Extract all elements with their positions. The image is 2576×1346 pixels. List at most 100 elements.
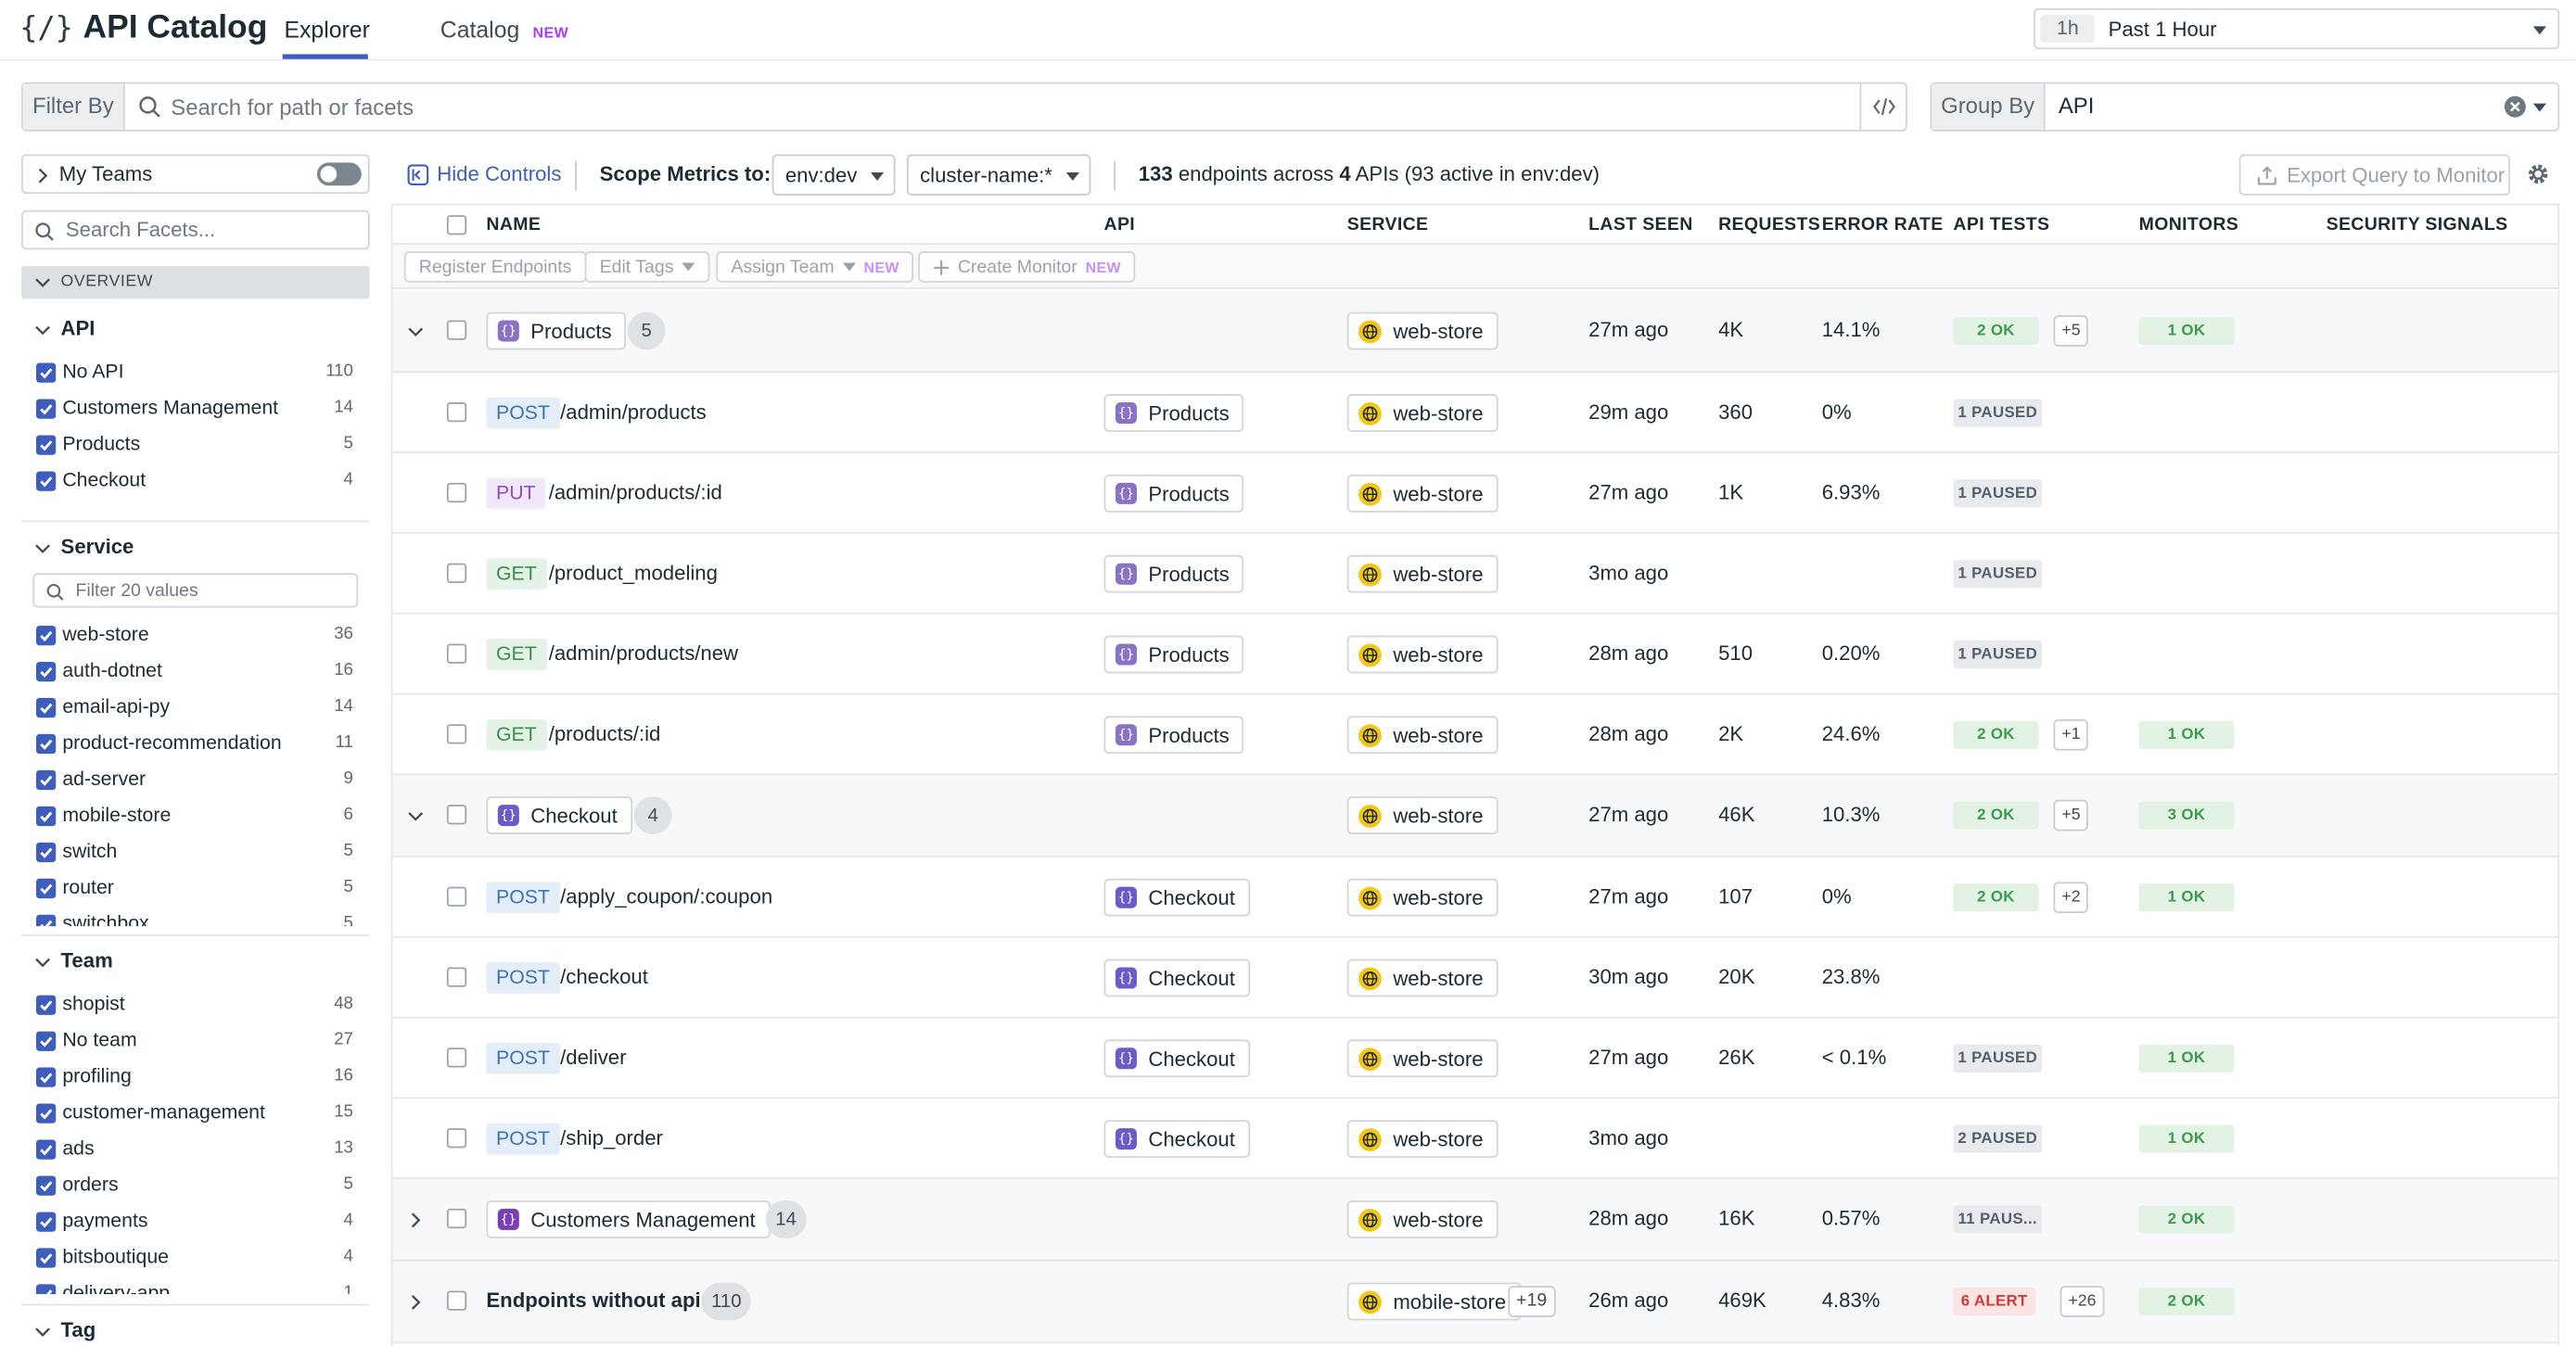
row-checkbox[interactable] — [446, 1128, 467, 1149]
service-pill[interactable]: web-store — [1346, 311, 1498, 350]
hide-controls-button[interactable]: Hide Controls — [407, 162, 561, 185]
facet-checkbox[interactable] — [35, 625, 57, 646]
facet-checkbox[interactable] — [35, 1031, 57, 1051]
table-row[interactable]: GET/admin/products/new {} Products web-stor… — [392, 615, 2558, 695]
facet-item[interactable]: switchbox 5 — [35, 909, 353, 927]
facet-item[interactable]: shopist 48 — [35, 990, 353, 1020]
col-security-signals[interactable]: SECURITY SIGNALS — [2327, 215, 2508, 235]
endpoint-path[interactable]: /admin/products/:id — [549, 481, 722, 504]
tag-facet-header[interactable]: Tag — [21, 1315, 370, 1346]
row-checkbox[interactable] — [446, 482, 467, 503]
facet-checkbox[interactable] — [35, 1212, 57, 1232]
api-tests-badge[interactable]: 1 PAUSED — [1953, 479, 2043, 508]
api-pill[interactable]: {} Checkout — [1103, 1120, 1250, 1158]
facet-checkbox[interactable] — [35, 995, 57, 1015]
col-api[interactable]: API — [1104, 215, 1136, 235]
api-tests-badge[interactable]: 2 OK — [1953, 883, 2039, 912]
api-pill[interactable]: {} Checkout — [1103, 959, 1250, 997]
col-monitors[interactable]: MONITORS — [2139, 215, 2239, 235]
api-pill[interactable]: {} Products — [1103, 635, 1244, 674]
row-checkbox[interactable] — [446, 402, 467, 423]
facet-item[interactable]: router 5 — [35, 873, 353, 903]
facet-item[interactable]: No API 110 — [35, 358, 353, 387]
facet-item[interactable]: customer-management 15 — [35, 1098, 353, 1128]
endpoint-path[interactable]: /deliver — [560, 1047, 626, 1070]
monitor-badge[interactable]: 1 OK — [2138, 316, 2235, 346]
facet-item[interactable]: Customers Management 14 — [35, 394, 353, 424]
search-input[interactable] — [171, 90, 1814, 123]
api-tests-badge[interactable]: 1 PAUSED — [1953, 640, 2043, 669]
my-teams-toggle-row[interactable]: My Teams — [21, 154, 370, 195]
row-checkbox[interactable] — [446, 805, 467, 825]
group-row[interactable]: Endpoints without api 110 mobile-store +19 2… — [392, 1261, 2558, 1344]
service-facet-header[interactable]: Service — [21, 532, 370, 565]
row-checkbox[interactable] — [446, 320, 467, 340]
monitor-badge[interactable]: 1 OK — [2138, 883, 2235, 912]
chevron-right-icon[interactable] — [407, 1294, 424, 1311]
table-row[interactable]: GET/products/:id {} Products web-store 28m a… — [392, 694, 2558, 776]
facet-checkbox[interactable] — [35, 1139, 57, 1160]
service-pill[interactable]: web-store — [1346, 796, 1498, 834]
service-pill[interactable]: web-store — [1346, 878, 1498, 917]
service-pill[interactable]: web-store — [1346, 1120, 1498, 1158]
endpoint-path[interactable]: /checkout — [560, 966, 648, 989]
group-row[interactable]: {} Products 5 web-store 27m ago 4K 14.1% 2 OK +5… — [392, 290, 2558, 374]
facet-checkbox[interactable] — [35, 1284, 57, 1295]
group-api-pill[interactable]: {} Checkout — [486, 796, 632, 834]
monitor-badge[interactable]: 1 OK — [2138, 1124, 2235, 1153]
facet-checkbox[interactable] — [35, 769, 57, 791]
col-error-rate[interactable]: ERROR RATE — [1822, 215, 1944, 235]
facet-checkbox[interactable] — [35, 1103, 57, 1124]
select-all-checkbox[interactable] — [446, 215, 467, 235]
col-service[interactable]: SERVICE — [1347, 215, 1429, 235]
facet-checkbox[interactable] — [35, 1175, 57, 1196]
api-pill[interactable]: {} Products — [1103, 554, 1244, 593]
assign-team-button[interactable]: Assign Team NEW — [716, 251, 914, 283]
facet-item[interactable]: product-recommendation 11 — [35, 730, 353, 759]
api-tests-badge[interactable]: 2 PAUSED — [1953, 1124, 2043, 1153]
tab-catalog[interactable]: Catalog NEW — [440, 17, 568, 43]
api-tests-badge[interactable]: 11 PAUS... — [1953, 1205, 2043, 1234]
service-pill[interactable]: web-store — [1346, 1200, 1498, 1238]
time-range-select[interactable]: 1h Past 1 Hour — [2034, 7, 2560, 50]
endpoint-path[interactable]: /products/:id — [549, 723, 661, 746]
api-pill[interactable]: {} Products — [1103, 716, 1244, 755]
api-facet-header[interactable]: API — [21, 313, 370, 346]
facet-item[interactable]: ad-server 9 — [35, 766, 353, 795]
endpoint-path[interactable]: /admin/products — [560, 400, 707, 424]
col-last-seen[interactable]: LAST SEEN — [1588, 215, 1693, 235]
api-pill[interactable]: {} Checkout — [1103, 878, 1250, 917]
service-pill[interactable]: web-store — [1346, 474, 1498, 513]
service-filter-input[interactable] — [75, 578, 338, 603]
facet-item[interactable]: email-api-py 14 — [35, 693, 353, 723]
facet-checkbox[interactable] — [35, 661, 57, 682]
row-checkbox[interactable] — [446, 563, 467, 583]
row-checkbox[interactable] — [446, 1208, 467, 1229]
facet-item[interactable]: payments 4 — [35, 1207, 353, 1237]
facet-checkbox[interactable] — [35, 806, 57, 827]
api-tests-badge[interactable]: 2 OK — [1953, 801, 2039, 830]
endpoint-path[interactable]: /apply_coupon/:coupon — [560, 885, 772, 908]
facet-item[interactable]: bitsboutique 4 — [35, 1243, 353, 1273]
cluster-select[interactable]: cluster-name:* — [906, 154, 1091, 196]
facet-item[interactable]: auth-dotnet 16 — [35, 657, 353, 687]
service-pill[interactable]: web-store — [1346, 554, 1498, 593]
group-api-pill[interactable]: {} Customers Management — [486, 1200, 771, 1238]
facet-checkbox[interactable] — [35, 1248, 57, 1268]
endpoint-path[interactable]: /ship_order — [560, 1126, 663, 1149]
chevron-down-icon[interactable] — [407, 324, 424, 340]
chevron-down-icon[interactable] — [407, 808, 424, 825]
facet-checkbox[interactable] — [35, 914, 57, 927]
row-checkbox[interactable] — [446, 1048, 467, 1068]
register-endpoints-button[interactable]: Register Endpoints — [403, 251, 587, 283]
service-pill[interactable]: mobile-store — [1346, 1282, 1522, 1321]
more-tests-badge[interactable]: +5 — [2053, 799, 2089, 832]
endpoint-path[interactable]: /admin/products/new — [549, 642, 738, 666]
service-pill[interactable]: web-store — [1346, 1039, 1498, 1078]
team-facet-header[interactable]: Team — [21, 946, 370, 978]
service-pill[interactable]: web-store — [1346, 959, 1498, 997]
api-tests-badge[interactable]: 1 PAUSED — [1953, 399, 2043, 427]
row-checkbox[interactable] — [446, 724, 467, 744]
facet-item[interactable]: mobile-store 6 — [35, 802, 353, 832]
facet-checkbox[interactable] — [35, 733, 57, 755]
